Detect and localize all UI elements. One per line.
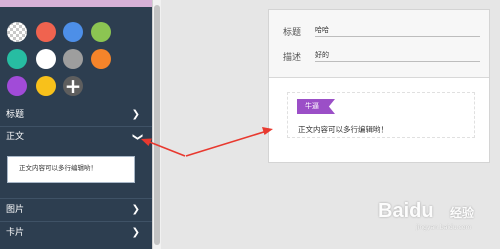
arrow-to-card xyxy=(185,130,268,157)
baidu-watermark-logo: Baidu 经验 jingyan.baidu.com xyxy=(378,196,490,234)
watermark-url: jingyan.baidu.com xyxy=(416,224,472,231)
arrowhead-right xyxy=(262,127,273,135)
watermark-brand: Baidu xyxy=(378,200,434,222)
watermark-sub: 经验 xyxy=(450,206,475,220)
arrow-to-sidebar xyxy=(146,140,186,157)
